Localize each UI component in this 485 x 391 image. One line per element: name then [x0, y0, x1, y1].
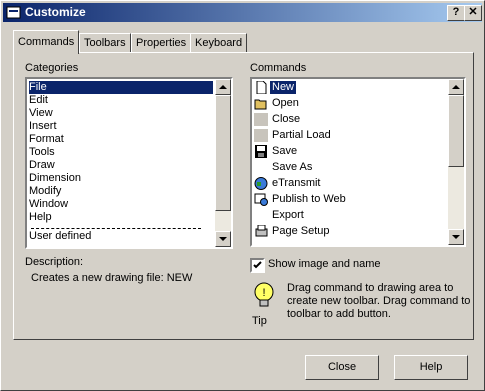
arrow-down-icon	[452, 235, 460, 239]
arrow-up-icon	[219, 85, 227, 89]
description-label: Description:	[25, 256, 84, 268]
list-item[interactable]: Dimension	[29, 172, 81, 185]
floppy-disk-icon	[255, 145, 267, 158]
lightbulb-icon: !	[254, 282, 274, 307]
customize-dialog: Customize ? ✕ Commands Toolbars Properti…	[0, 0, 485, 391]
commands-label: Commands	[250, 62, 307, 74]
list-item[interactable]: Format	[29, 133, 64, 146]
command-item-close[interactable]: Close	[272, 113, 300, 126]
list-item[interactable]: Help	[29, 211, 52, 224]
tip-label: Tip	[252, 315, 267, 327]
command-item-export[interactable]: Export	[272, 209, 304, 222]
close-title-button[interactable]: ✕	[464, 5, 482, 21]
scroll-up-button[interactable]	[448, 79, 464, 95]
tab-toolbars[interactable]: Toolbars	[79, 33, 131, 53]
command-item-publish-to-web[interactable]: Publish to Web	[272, 193, 346, 206]
scroll-up-button[interactable]	[215, 79, 231, 95]
arrow-up-icon	[452, 85, 460, 89]
command-item-etransmit[interactable]: eTransmit	[272, 177, 321, 190]
svg-text:!: !	[262, 287, 265, 299]
list-item[interactable]: Modify	[29, 185, 61, 198]
command-item-page-setup[interactable]: Page Setup	[272, 225, 330, 238]
command-item-save-as[interactable]: Save As	[272, 161, 312, 174]
category-separator	[31, 228, 201, 229]
categories-list[interactable]: File Edit View Insert Format Tools Draw …	[25, 77, 233, 249]
checkmark-icon	[253, 261, 262, 269]
show-image-checkbox[interactable]	[250, 258, 265, 273]
tab-panel: Categories File Edit View Insert Format …	[13, 52, 474, 340]
open-folder-icon	[254, 99, 267, 110]
tip-text: Drag command to drawing area to create n…	[287, 282, 471, 320]
show-image-label[interactable]: Show image and name	[268, 258, 381, 270]
categories-scrollbar[interactable]	[215, 79, 231, 247]
list-item[interactable]: Window	[29, 198, 68, 211]
list-item[interactable]: Edit	[29, 94, 48, 107]
list-item[interactable]: File	[29, 81, 213, 94]
commands-scrollbar[interactable]	[448, 79, 464, 245]
blank-icon	[254, 129, 268, 142]
help-title-button[interactable]: ?	[447, 5, 465, 21]
publish-web-icon	[254, 193, 268, 206]
list-item[interactable]: View	[29, 107, 53, 120]
arrow-down-icon	[219, 237, 227, 241]
close-button[interactable]: Close	[305, 355, 379, 380]
page-setup-icon	[255, 225, 268, 237]
scroll-thumb[interactable]	[448, 95, 464, 167]
tab-properties[interactable]: Properties	[131, 33, 192, 53]
scroll-down-button[interactable]	[215, 231, 231, 247]
list-item[interactable]: User defined	[29, 230, 91, 243]
title-bar[interactable]: Customize ? ✕	[3, 3, 482, 22]
list-item[interactable]: Insert	[29, 120, 57, 133]
help-button[interactable]: Help	[394, 355, 468, 380]
description-text: Creates a new drawing file: NEW	[31, 272, 193, 284]
scroll-thumb[interactable]	[215, 95, 231, 211]
list-item[interactable]: Tools	[29, 146, 55, 159]
command-item-new[interactable]: New	[270, 81, 297, 94]
commands-list[interactable]: New Open Close Partial Load Save Save As…	[250, 77, 466, 247]
etransmit-icon	[254, 177, 268, 190]
new-document-icon	[256, 81, 267, 94]
command-item-partial-load[interactable]: Partial Load	[272, 129, 331, 142]
blank-icon	[254, 113, 268, 126]
categories-label: Categories	[25, 62, 79, 74]
list-item[interactable]: Draw	[29, 159, 55, 172]
tab-commands[interactable]: Commands	[13, 30, 80, 54]
tab-keyboard[interactable]: Keyboard	[190, 33, 248, 53]
app-icon	[6, 6, 21, 19]
command-item-save[interactable]: Save	[272, 145, 297, 158]
scroll-down-button[interactable]	[448, 229, 464, 245]
window-title: Customize	[25, 5, 86, 19]
command-item-open[interactable]: Open	[272, 97, 299, 110]
